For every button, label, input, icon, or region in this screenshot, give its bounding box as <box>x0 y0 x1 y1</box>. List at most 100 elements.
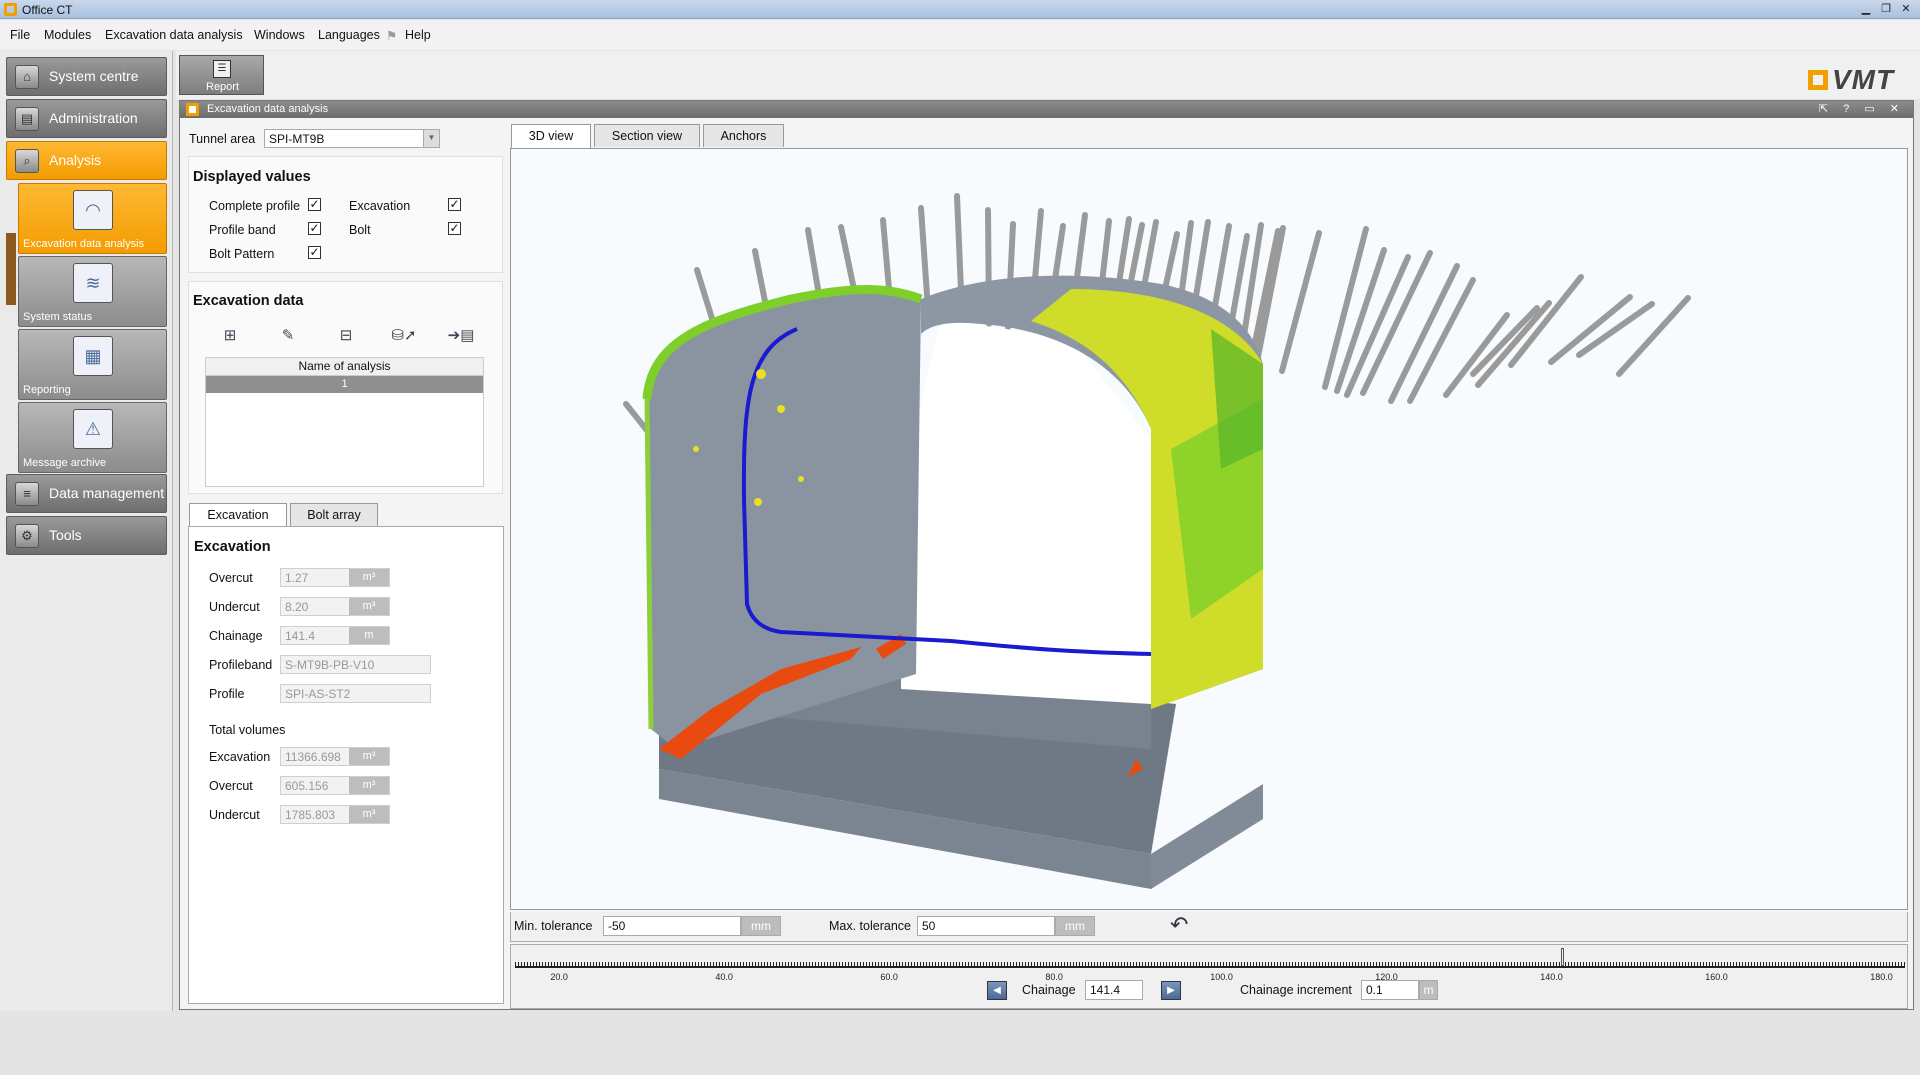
ruler-tick-label: 60.0 <box>880 972 898 982</box>
complete-profile-checkbox[interactable]: ✓ <box>308 198 321 211</box>
total-undercut-label: Undercut <box>209 808 260 822</box>
system-centre-icon: ⌂ <box>15 65 39 89</box>
analysis-icon: ⌕ <box>15 149 39 173</box>
excavation-checkbox[interactable]: ✓ <box>448 198 461 211</box>
maximize-button[interactable]: ❐ <box>1878 2 1894 17</box>
chainage-field: 141.4 m <box>280 626 390 645</box>
excavation-label: Excavation <box>349 199 411 213</box>
bolt-pattern-label: Bolt Pattern <box>209 247 275 261</box>
chainage-prev-button[interactable]: ◀ <box>987 981 1007 1000</box>
edit-icon[interactable]: ✎ <box>277 326 299 346</box>
chainage-label: Chainage <box>1022 983 1076 997</box>
app-icon <box>4 3 17 16</box>
profile-label: Profile <box>209 687 245 701</box>
minimize-button[interactable]: ▁ <box>1858 2 1874 17</box>
document-icon <box>186 103 199 116</box>
ruler-tick-label: 20.0 <box>550 972 568 982</box>
excavation-detail-heading: Excavation <box>194 539 271 555</box>
menu-windows[interactable]: Windows <box>254 28 305 42</box>
chainage-next-button[interactable]: ▶ <box>1161 981 1181 1000</box>
total-excavation-field: 11366.698 m³ <box>280 747 390 766</box>
nav-tools[interactable]: ⚙ Tools <box>6 516 167 555</box>
menu-file[interactable]: File <box>10 28 30 42</box>
nav-analysis[interactable]: ⌕ Analysis <box>6 141 167 180</box>
ruler-tick-label: 100.0 <box>1210 972 1233 982</box>
ruler-tick-label: 180.0 <box>1870 972 1893 982</box>
csv-export-icon[interactable]: ➔▤ <box>441 326 481 346</box>
vmt-logo: VMT <box>1808 64 1894 96</box>
min-tolerance-input[interactable]: -50 <box>603 916 741 936</box>
window-title: Office CT <box>22 3 73 17</box>
add-icon[interactable]: ⊞ <box>219 326 241 346</box>
profile-band-checkbox[interactable]: ✓ <box>308 222 321 235</box>
report-icon: ☰ <box>213 60 231 78</box>
flag-icon: ⚑ <box>386 29 398 43</box>
analysis-table-header: Name of analysis <box>206 358 483 376</box>
chainage-increment-input[interactable]: 0.1 <box>1361 980 1419 1000</box>
nav-excavation-data-analysis[interactable]: ◠ Excavation data analysis <box>18 183 167 254</box>
min-tolerance-unit: mm <box>741 916 781 936</box>
chainage-slider-thumb[interactable] <box>1560 948 1564 966</box>
tunnel-3d-model <box>623 193 1691 889</box>
ruler-tick-label: 160.0 <box>1705 972 1728 982</box>
total-overcut-label: Overcut <box>209 779 253 793</box>
3d-viewport[interactable] <box>510 148 1908 910</box>
bolt-checkbox[interactable]: ✓ <box>448 222 461 235</box>
document-header: Excavation data analysis ⇱ ? ▭ ✕ <box>180 101 1913 118</box>
nav-reporting[interactable]: ▦ Reporting <box>18 329 167 400</box>
window-controls[interactable]: ⇱ ? ▭ ✕ <box>1819 102 1905 115</box>
chainage-increment-label: Chainage increment <box>1240 983 1352 997</box>
submenu-indicator <box>6 233 16 305</box>
ruler-tick-label: 140.0 <box>1540 972 1563 982</box>
chainage-label: Chainage <box>209 629 263 643</box>
nav-system-centre[interactable]: ⌂ System centre <box>6 57 167 96</box>
max-tolerance-unit: mm <box>1055 916 1095 936</box>
status-icon: ≋ <box>73 263 113 303</box>
nav-message-archive[interactable]: ⚠ Message archive <box>18 402 167 473</box>
menu-excavation-data-analysis[interactable]: Excavation data analysis <box>105 28 243 42</box>
remove-icon[interactable]: ⊟ <box>335 326 357 346</box>
nav-administration[interactable]: ▤ Administration <box>6 99 167 138</box>
menu-bar: File Modules Excavation data analysis Wi… <box>0 20 1920 50</box>
database-export-icon[interactable]: ⛁➚ <box>386 326 422 346</box>
complete-profile-label: Complete profile <box>209 199 301 213</box>
max-tolerance-label: Max. tolerance <box>829 919 911 933</box>
profileband-label: Profileband <box>209 658 273 672</box>
profile-field: SPI-AS-ST2 <box>280 684 431 703</box>
tunnel-area-select[interactable]: SPI-MT9B ▼ <box>264 129 440 148</box>
report-button[interactable]: ☰ Report <box>179 55 264 95</box>
min-tolerance-label: Min. tolerance <box>514 919 593 933</box>
chainage-ruler[interactable] <box>515 962 1905 968</box>
module-navigation: ⌂ System centre ▤ Administration ⌕ Analy… <box>0 51 173 1011</box>
menu-help[interactable]: Help <box>405 28 431 42</box>
menu-languages[interactable]: Languages <box>318 28 380 42</box>
bolt-pattern-checkbox[interactable]: ✓ <box>308 246 321 259</box>
reset-view-icon[interactable]: ↶ <box>1170 912 1188 938</box>
total-undercut-field: 1785.803 m³ <box>280 805 390 824</box>
profile-band-label: Profile band <box>209 223 276 237</box>
menu-modules[interactable]: Modules <box>44 28 91 42</box>
toolbar <box>176 51 1920 99</box>
document-icon: ▦ <box>73 336 113 376</box>
table-row[interactable]: 1 <box>206 376 483 393</box>
max-tolerance-input[interactable]: 50 <box>917 916 1055 936</box>
tunnel-area-label: Tunnel area <box>189 132 256 146</box>
undercut-field: 8.20 m³ <box>280 597 390 616</box>
tab-3d-view[interactable]: 3D view <box>511 124 591 148</box>
database-icon: ≡ <box>15 482 39 506</box>
total-overcut-field: 605.156 m³ <box>280 776 390 795</box>
excavation-data-heading: Excavation data <box>193 293 304 309</box>
tab-anchors[interactable]: Anchors <box>703 124 784 147</box>
total-volumes-heading: Total volumes <box>209 723 286 737</box>
nav-system-status[interactable]: ≋ System status <box>18 256 167 327</box>
administration-icon: ▤ <box>15 107 39 131</box>
title-bar: Office CT ▁ ❐ ✕ <box>0 0 1920 19</box>
total-excavation-label: Excavation <box>209 750 271 764</box>
tab-excavation[interactable]: Excavation <box>189 503 287 527</box>
nav-data-management[interactable]: ≡ Data management <box>6 474 167 513</box>
profileband-field: S-MT9B-PB-V10 <box>280 655 431 674</box>
tab-bolt-array[interactable]: Bolt array <box>290 503 378 526</box>
tab-section-view[interactable]: Section view <box>594 124 700 147</box>
chainage-input[interactable]: 141.4 <box>1085 980 1143 1000</box>
close-button[interactable]: ✕ <box>1898 2 1914 17</box>
